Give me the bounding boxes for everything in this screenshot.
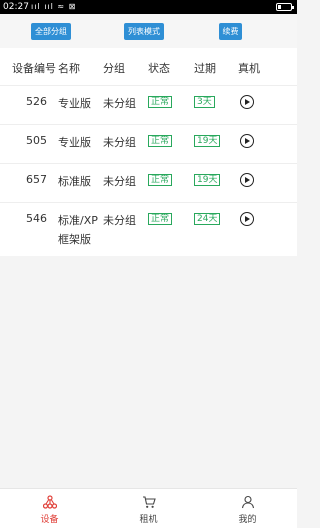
tab-devices[interactable]: 设备: [0, 489, 99, 528]
renew-button[interactable]: 续费: [219, 23, 242, 40]
device-group: 未分组: [103, 97, 136, 110]
device-group: 未分组: [103, 214, 136, 227]
tab-label: 租机: [139, 515, 158, 525]
tab-mine[interactable]: 我的: [198, 489, 297, 528]
device-group: 未分组: [103, 136, 136, 149]
list-mode-button[interactable]: 列表模式: [124, 23, 164, 40]
table-row[interactable]: 505 专业版 未分组 正常 19天: [0, 124, 297, 163]
header-status: 状态: [148, 62, 170, 75]
play-icon[interactable]: [240, 95, 254, 109]
expire-badge: 3天: [194, 96, 215, 108]
status-time: 02:27: [3, 2, 29, 12]
device-name-line2: 框架版: [58, 233, 91, 246]
header-name: 名称: [58, 62, 80, 75]
header-device-no: 设备编号: [12, 62, 56, 75]
header-expire: 过期: [194, 62, 216, 75]
table-row[interactable]: 657 标准版 未分组 正常 19天: [0, 163, 297, 202]
table-row[interactable]: 546 标准/XP 框架版 未分组 正常 24天: [0, 202, 297, 256]
status-bar: 02:27 ııl ııl ≈ ⊠: [0, 0, 297, 14]
tab-rent[interactable]: 租机: [99, 489, 198, 528]
user-icon: [241, 495, 254, 509]
device-tree-icon: [42, 495, 57, 509]
play-icon[interactable]: [240, 173, 254, 187]
table-row[interactable]: 526 专业版 未分组 正常 3天: [0, 85, 297, 124]
all-groups-button[interactable]: 全部分组: [31, 23, 71, 40]
header-real: 真机: [238, 62, 260, 75]
header-group: 分组: [103, 62, 125, 75]
device-name: 专业版: [58, 136, 91, 149]
status-badge: 正常: [148, 135, 173, 147]
device-name: 标准版: [58, 175, 91, 188]
status-badge: 正常: [148, 174, 173, 186]
device-name: 标准/XP: [58, 214, 98, 227]
expire-badge: 24天: [194, 213, 221, 225]
play-icon[interactable]: [240, 134, 254, 148]
status-badge: 正常: [148, 96, 173, 108]
expire-badge: 19天: [194, 174, 221, 186]
tab-label: 设备: [40, 515, 59, 525]
device-group: 未分组: [103, 175, 136, 188]
device-id: 505: [26, 134, 47, 147]
device-id: 657: [26, 173, 47, 186]
device-id: 526: [26, 95, 47, 108]
tab-label: 我的: [238, 515, 257, 525]
device-name: 专业版: [58, 97, 91, 110]
toolbar: 全部分组 列表模式 续费: [0, 14, 297, 48]
signal-wifi-icons: ııl ııl ≈ ⊠: [31, 2, 77, 11]
cart-icon: [142, 496, 156, 508]
play-icon[interactable]: [240, 212, 254, 226]
device-id: 546: [26, 212, 47, 225]
status-badge: 正常: [148, 213, 173, 225]
expire-badge: 19天: [194, 135, 221, 147]
bottom-tab-bar: 设备 租机 我的: [0, 488, 297, 528]
device-table: 设备编号 名称 分组 状态 过期 真机 526 专业版 未分组 正常 3天 50…: [0, 48, 297, 256]
battery-icon: [276, 3, 294, 11]
